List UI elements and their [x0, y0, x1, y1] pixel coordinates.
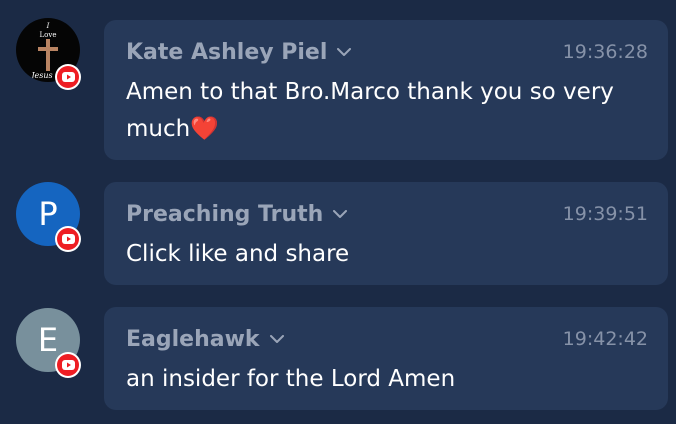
message-header: Preaching Truth 19:39:51: [126, 200, 648, 228]
chevron-down-icon[interactable]: [269, 334, 284, 344]
message-header: Eaglehawk 19:42:42: [126, 325, 648, 353]
youtube-icon: [55, 226, 81, 252]
avatar-letter: P: [38, 195, 58, 233]
avatar-letter: E: [37, 321, 59, 359]
message-text: Amen to that Bro.Marco thank you so very…: [126, 79, 614, 142]
chevron-down-icon[interactable]: [337, 47, 352, 57]
author-name[interactable]: Eaglehawk: [126, 327, 260, 352]
message-header: Kate Ashley Piel 19:36:28: [126, 38, 648, 66]
youtube-icon: [55, 64, 81, 90]
timestamp: 19:39:51: [562, 203, 648, 225]
timestamp: 19:42:42: [562, 328, 648, 350]
svg-text:I: I: [46, 22, 50, 30]
message-text: an insider for the Lord Amen: [126, 366, 456, 392]
message-bubble: Eaglehawk 19:42:42 an insider for the Lo…: [104, 307, 668, 410]
message-bubble: Kate Ashley Piel 19:36:28 Amen to that B…: [104, 20, 668, 160]
timestamp: 19:36:28: [562, 41, 648, 63]
author-name[interactable]: Kate Ashley Piel: [126, 40, 327, 65]
svg-text:Jesus: Jesus: [29, 71, 52, 80]
chevron-down-icon[interactable]: [333, 209, 348, 219]
svg-text:Love: Love: [40, 31, 57, 39]
author-name[interactable]: Preaching Truth: [126, 202, 323, 227]
message-text: Click like and share: [126, 241, 350, 267]
youtube-icon: [55, 352, 81, 378]
message-bubble: Preaching Truth 19:39:51 Click like and …: [104, 182, 668, 285]
